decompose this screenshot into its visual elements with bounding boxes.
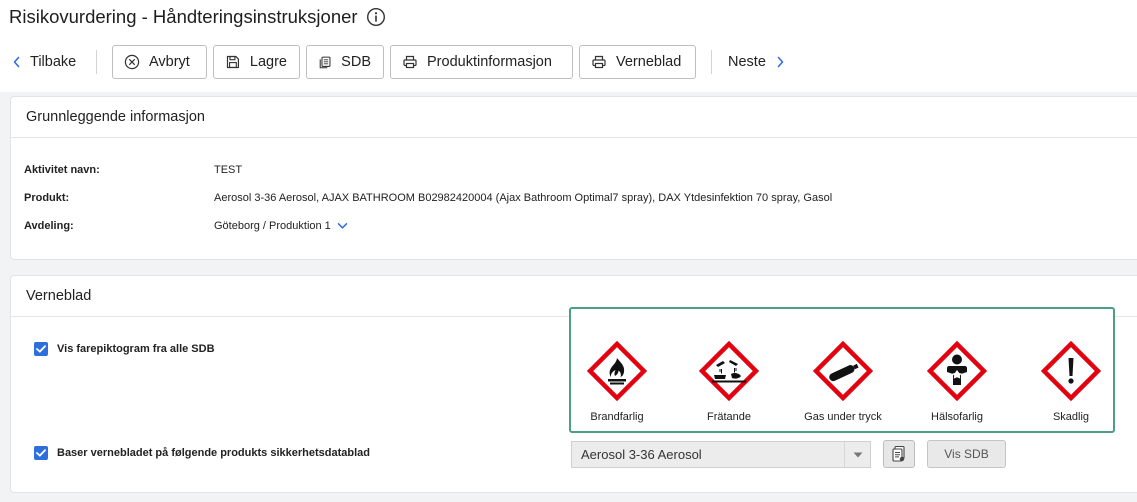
product-info-button-label: Produktinformasjon xyxy=(427,54,552,70)
show-pictograms-checkbox[interactable] xyxy=(34,342,48,356)
exclamation-mark-icon xyxy=(1041,341,1101,401)
department-dropdown[interactable]: Göteborg / Produktion 1 xyxy=(214,220,348,232)
page-title: Risikovurdering - Håndteringsinstruksjon… xyxy=(9,6,386,28)
printer-icon xyxy=(592,55,606,69)
safety-sheet-button-label: Verneblad xyxy=(616,54,682,70)
basic-info-heading: Grunnleggende informasjon xyxy=(11,97,1137,138)
next-button-label: Neste xyxy=(728,54,766,70)
back-button[interactable]: Tilbake xyxy=(12,44,76,80)
health-hazard-icon xyxy=(927,341,987,401)
save-button-label: Lagre xyxy=(249,54,287,70)
save-button[interactable]: Lagre xyxy=(213,45,300,79)
checkmark-icon xyxy=(36,345,46,353)
hazard-pictograms: Brandfarlig Frätande Gas under tryck Häl… xyxy=(569,307,1115,433)
cancel-circle-icon xyxy=(124,54,140,70)
cancel-button[interactable]: Avbryt xyxy=(112,45,207,79)
chevron-right-icon xyxy=(777,56,784,68)
open-sdb-file-button[interactable] xyxy=(883,440,915,468)
product-select-value: Aerosol 3-36 Aerosol xyxy=(581,447,702,462)
pictogram-flammable: Brandfarlig xyxy=(562,341,672,423)
sdb-button-label: SDB xyxy=(341,54,371,70)
document-stack-icon xyxy=(892,445,905,462)
product-select[interactable]: Aerosol 3-36 Aerosol xyxy=(571,441,871,468)
checkmark-icon xyxy=(36,449,46,457)
product-label: Produkt: xyxy=(24,192,70,204)
base-on-checkbox[interactable] xyxy=(34,446,48,460)
department-label: Avdeling: xyxy=(24,220,74,232)
product-info-button[interactable]: Produktinformasjon xyxy=(390,45,573,79)
pictogram-health-hazard-label: Hälsofarlig xyxy=(931,411,983,423)
pictogram-flammable-label: Brandfarlig xyxy=(590,411,644,423)
department-value: Göteborg / Produktion 1 xyxy=(214,220,331,232)
pictogram-corrosive: Frätande xyxy=(674,341,784,423)
safety-sheet-button[interactable]: Verneblad xyxy=(579,45,696,79)
show-sdb-button[interactable]: Vis SDB xyxy=(927,440,1006,468)
select-arrow[interactable] xyxy=(844,442,870,467)
back-button-label: Tilbake xyxy=(30,54,77,70)
pictogram-gas-under-pressure: Gas under tryck xyxy=(788,341,898,423)
documents-icon xyxy=(319,56,331,69)
pictogram-harmful-label: Skadlig xyxy=(1052,411,1090,423)
pictogram-health-hazard: Hälsofarlig xyxy=(902,341,1012,423)
activity-label: Aktivitet navn: xyxy=(24,164,100,176)
corrosion-icon xyxy=(699,341,759,401)
floppy-disk-icon xyxy=(226,55,240,69)
toolbar-divider xyxy=(96,50,97,74)
info-icon[interactable] xyxy=(366,7,386,27)
caret-down-icon xyxy=(853,452,862,457)
next-button[interactable]: Neste xyxy=(728,44,785,80)
pictogram-harmful: Skadlig xyxy=(1016,341,1126,423)
activity-value: TEST xyxy=(214,164,243,176)
printer-icon xyxy=(403,55,417,69)
product-value: Aerosol 3-36 Aerosol, AJAX BATHROOM B029… xyxy=(214,192,833,204)
sdb-button[interactable]: SDB xyxy=(306,45,384,79)
gas-cylinder-icon xyxy=(813,341,873,401)
flame-icon xyxy=(587,341,647,401)
cancel-button-label: Avbryt xyxy=(149,54,190,70)
page-header: Risikovurdering - Håndteringsinstruksjon… xyxy=(0,0,1137,92)
chevron-down-icon xyxy=(337,223,348,229)
toolbar-divider xyxy=(711,50,712,74)
pictogram-gas-label: Gas under tryck xyxy=(804,411,882,423)
chevron-left-icon xyxy=(13,56,20,68)
pictogram-corrosive-label: Frätande xyxy=(706,411,752,423)
show-pictograms-label: Vis farepiktogram fra alle SDB xyxy=(57,343,215,355)
toolbar: Tilbake Avbryt Lagre SDB Produktinformas… xyxy=(0,44,1137,80)
base-on-label: Baser vernebladet på følgende produkts s… xyxy=(57,447,370,459)
basic-info-panel: Grunnleggende informasjon xyxy=(10,96,1137,260)
page-title-text: Risikovurdering - Håndteringsinstruksjon… xyxy=(9,6,358,27)
